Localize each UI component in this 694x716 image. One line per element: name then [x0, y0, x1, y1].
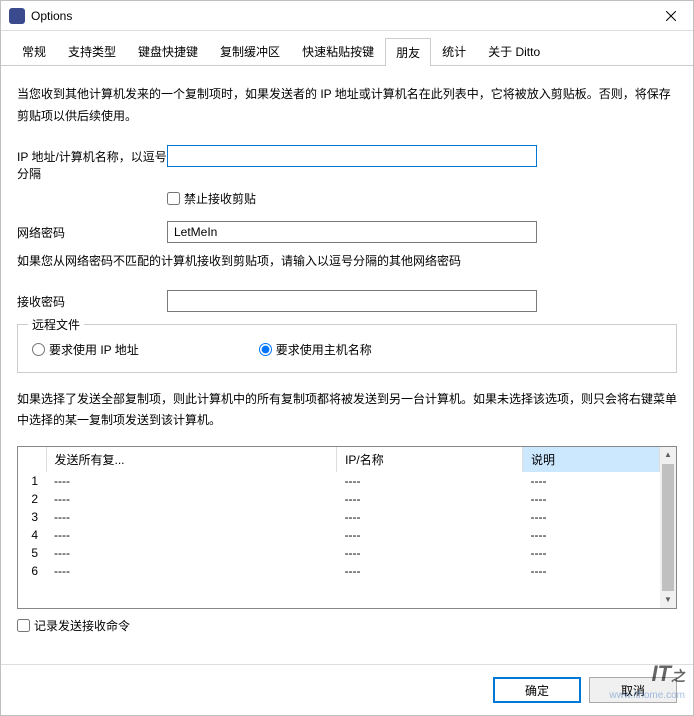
receive-password-label: 接收密码 [17, 290, 167, 312]
scroll-thumb[interactable] [662, 464, 674, 591]
tab-quick-paste-keyboard[interactable]: 快速粘贴按键 [291, 37, 385, 65]
send-all-description: 如果选择了发送全部复制项，则此计算机中的所有复制项都将被发送到另一台计算机。如果… [17, 389, 677, 432]
radio-require-hostname[interactable]: 要求使用主机名称 [259, 341, 372, 358]
remote-files-group: 远程文件 要求使用 IP 地址 要求使用主机名称 [17, 324, 677, 373]
table-scrollbar[interactable]: ▲ ▼ [660, 447, 676, 608]
friends-table[interactable]: 发送所有复... IP/名称 说明 1------------2--------… [18, 447, 660, 580]
close-button[interactable] [648, 1, 693, 31]
tabs-row: 常规 支持类型 键盘快捷键 复制缓冲区 快速粘贴按键 朋友 统计 关于 Ditt… [1, 31, 693, 66]
close-icon [666, 11, 676, 21]
table-row[interactable]: 5------------ [18, 544, 660, 562]
ip-input[interactable] [167, 145, 537, 167]
radio-require-ip-input[interactable] [32, 343, 45, 356]
block-receive-checkbox[interactable] [167, 192, 180, 205]
dialog-buttons: 确定 取消 [1, 664, 693, 715]
col-ip-name[interactable]: IP/名称 [337, 447, 523, 472]
ip-label: IP 地址/计算机名称，以逗号分隔 [17, 145, 167, 182]
col-description[interactable]: 说明 [523, 447, 660, 472]
table-row[interactable]: 1------------ [18, 472, 660, 490]
friends-table-wrap: 发送所有复... IP/名称 说明 1------------2--------… [17, 446, 677, 609]
log-send-recv-label: 记录发送接收命令 [34, 617, 130, 634]
tab-copy-buffers[interactable]: 复制缓冲区 [209, 37, 291, 65]
scroll-up-button[interactable]: ▲ [660, 447, 676, 463]
block-receive-row[interactable]: 禁止接收剪贴 [167, 190, 256, 207]
network-password-label: 网络密码 [17, 221, 167, 243]
table-row[interactable]: 6------------ [18, 562, 660, 580]
remote-files-legend: 远程文件 [28, 316, 84, 333]
radio-require-ip[interactable]: 要求使用 IP 地址 [32, 341, 139, 358]
app-icon [9, 8, 25, 24]
scroll-down-button[interactable]: ▼ [660, 592, 676, 608]
watermark-logo: IT之 [651, 661, 685, 687]
tab-general[interactable]: 常规 [11, 37, 57, 65]
tab-content: 当您收到其他计算机发来的一个复制项时，如果发送者的 IP 地址或计算机名在此列表… [1, 66, 693, 664]
window-title: Options [31, 9, 648, 23]
watermark-url: www.ithome.com [609, 690, 685, 701]
window-titlebar: Options [1, 1, 693, 31]
col-send-all[interactable]: 发送所有复... [46, 447, 337, 472]
block-receive-label: 禁止接收剪贴 [184, 190, 256, 207]
radio-require-hostname-label: 要求使用主机名称 [276, 341, 372, 358]
log-send-recv-row[interactable]: 记录发送接收命令 [17, 617, 677, 634]
tab-stats[interactable]: 统计 [431, 37, 477, 65]
radio-require-ip-label: 要求使用 IP 地址 [49, 341, 139, 358]
table-row[interactable]: 3------------ [18, 508, 660, 526]
table-row[interactable]: 2------------ [18, 490, 660, 508]
intro-description: 当您收到其他计算机发来的一个复制项时，如果发送者的 IP 地址或计算机名在此列表… [17, 84, 677, 127]
ok-button[interactable]: 确定 [493, 677, 581, 703]
tab-keyboard-shortcuts[interactable]: 键盘快捷键 [127, 37, 209, 65]
tab-about[interactable]: 关于 Ditto [477, 37, 551, 65]
network-password-hint: 如果您从网络密码不匹配的计算机接收到剪贴项，请输入以逗号分隔的其他网络密码 [17, 251, 677, 271]
log-send-recv-checkbox[interactable] [17, 619, 30, 632]
radio-require-hostname-input[interactable] [259, 343, 272, 356]
table-row[interactable]: 4------------ [18, 526, 660, 544]
tab-supported-types[interactable]: 支持类型 [57, 37, 127, 65]
receive-password-input[interactable] [167, 290, 537, 312]
tab-friends[interactable]: 朋友 [385, 38, 431, 66]
network-password-input[interactable] [167, 221, 537, 243]
